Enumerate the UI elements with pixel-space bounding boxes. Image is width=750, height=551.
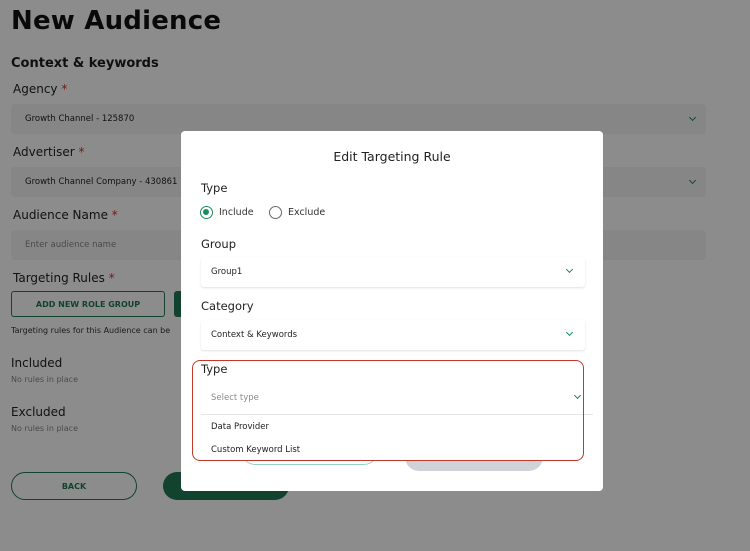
category-select[interactable]: Context & Keywords <box>201 320 585 350</box>
exclude-radio-label[interactable]: Exclude <box>288 207 325 218</box>
include-radio[interactable] <box>200 206 213 219</box>
modal-title: Edit Targeting Rule <box>333 149 451 164</box>
group-select[interactable]: Group1 <box>201 257 585 287</box>
highlight-box <box>192 360 584 461</box>
group-label: Group <box>201 237 237 251</box>
type-label: Type <box>201 181 228 195</box>
chevron-down-icon <box>565 265 574 274</box>
chevron-down-icon <box>565 328 574 337</box>
category-label: Category <box>201 299 254 313</box>
group-value: Group1 <box>211 267 243 277</box>
exclude-radio[interactable] <box>269 206 282 219</box>
include-radio-label[interactable]: Include <box>219 207 254 218</box>
category-value: Context & Keywords <box>211 330 298 340</box>
